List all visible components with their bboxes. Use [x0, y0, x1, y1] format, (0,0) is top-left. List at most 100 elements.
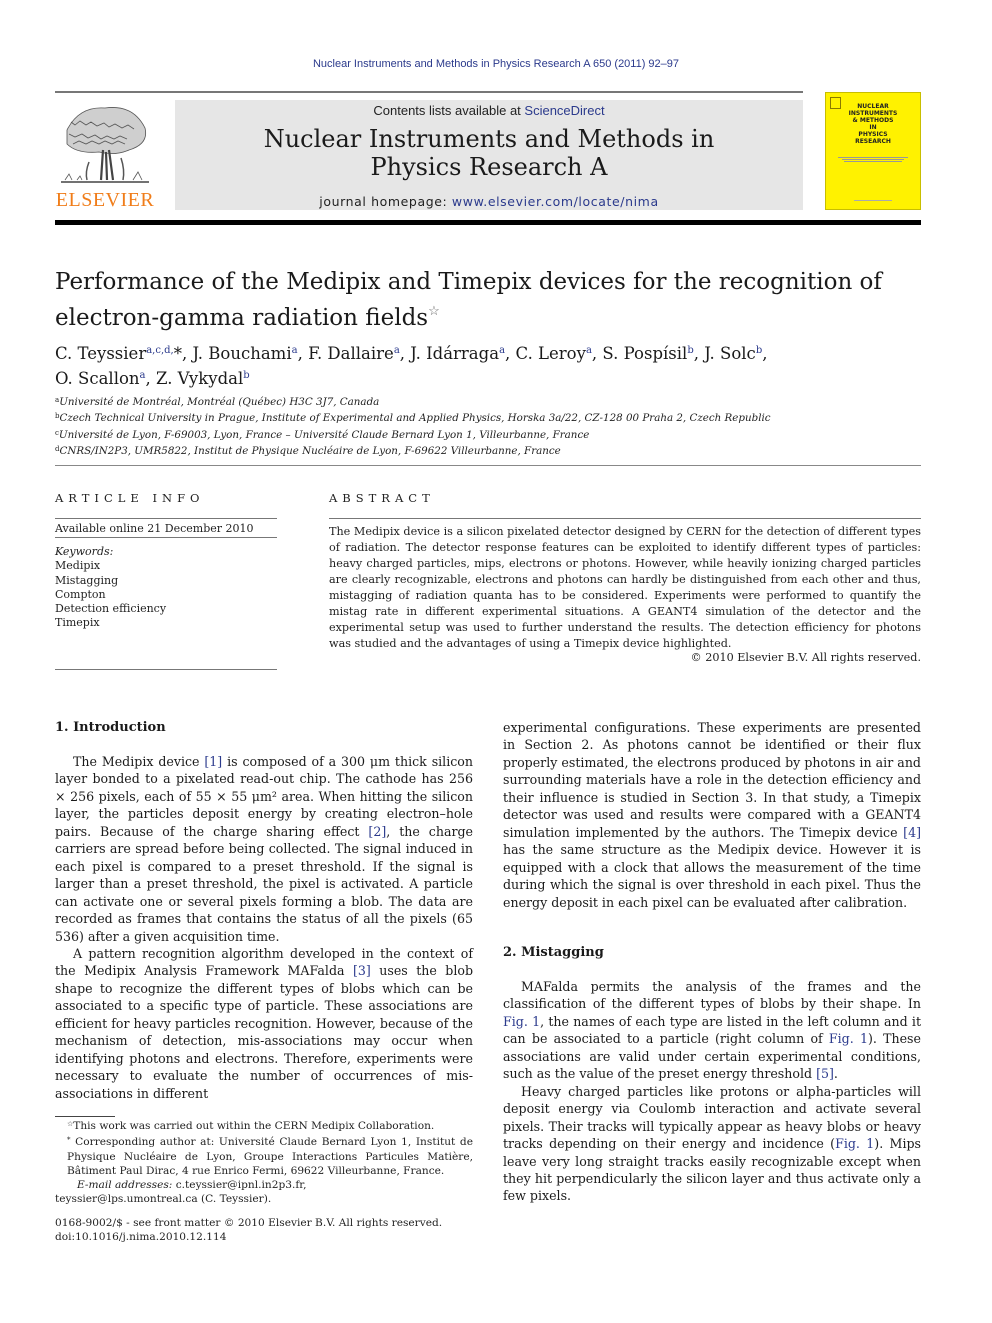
- footnote-text: This work was carried out within the CER…: [73, 1120, 435, 1132]
- contents-prefix: Contents lists available at: [373, 103, 525, 118]
- author-affil-mark[interactable]: a: [394, 345, 400, 356]
- homepage-line: journal homepage: www.elsevier.com/locat…: [175, 194, 803, 209]
- footnote-email: E-mail addresses: c.teyssier@ipnl.in2p3.…: [55, 1178, 473, 1192]
- author-name[interactable]: F. Dallaire: [308, 344, 394, 363]
- section-heading-introduction: 1. Introduction: [55, 720, 166, 735]
- journal-homepage-link[interactable]: www.elsevier.com/locate/nima: [452, 194, 659, 209]
- author-list: C. Teyssiera,c,d,*, J. Bouchamia, F. Dal…: [55, 344, 768, 388]
- article-title: Performance of the Medipix and Timepix d…: [55, 268, 915, 333]
- journal-title-line1: Nuclear Instruments and Methods in: [263, 125, 715, 153]
- affiliation-item: aUniversité de Montréal, Montréal (Québe…: [55, 393, 925, 409]
- footnote-email-2: teyssier@lps.umontreal.ca (C. Teyssier).: [55, 1192, 473, 1206]
- elsevier-tree-icon: [61, 107, 149, 183]
- paragraph: The Medipix device [1] is composed of a …: [55, 753, 473, 945]
- article-info-heading: ARTICLE INFO: [55, 491, 205, 505]
- author-name[interactable]: C. Leroy: [516, 344, 586, 363]
- author-affil-mark[interactable]: b: [756, 345, 762, 356]
- citation-link[interactable]: [2]: [368, 824, 386, 839]
- publisher-wordmark: ELSEVIER: [55, 189, 155, 211]
- corresponding-author-mark[interactable]: *: [174, 344, 182, 363]
- email-link[interactable]: teyssier@lps.umontreal.ca (C. Teyssier).: [55, 1193, 271, 1205]
- footnotes: ☆This work was carried out within the CE…: [55, 1117, 473, 1207]
- footnote-asterisk: *: [67, 1136, 71, 1145]
- cover-subtitle: [838, 156, 908, 163]
- author-name[interactable]: Z. Vykydal: [156, 369, 243, 388]
- divider: [55, 669, 277, 670]
- author-name[interactable]: J. Bouchami: [192, 344, 291, 363]
- footnote-text: Corresponding author at: Université Clau…: [67, 1136, 473, 1177]
- body-column-left: 1. Introduction The Medipix device [1] i…: [55, 719, 473, 1102]
- abstract-heading: ABSTRACT: [329, 491, 435, 505]
- keyword: Detection efficiency: [55, 602, 167, 616]
- affiliation-text: Université de Montréal, Montréal (Québec…: [59, 396, 380, 408]
- available-online: Available online 21 December 2010: [55, 522, 254, 535]
- running-head: Nuclear Instruments and Methods in Physi…: [312, 58, 680, 70]
- divider: [55, 518, 277, 519]
- citation-link[interactable]: [3]: [353, 963, 371, 978]
- section-heading-mistagging: 2. Mistagging: [503, 944, 604, 960]
- text-run: The Medipix device: [73, 754, 205, 769]
- text-run: uses the blob shape to recognize the dif…: [55, 963, 474, 1101]
- citation-link[interactable]: [1]: [204, 754, 222, 769]
- journal-title: Nuclear Instruments and Methods in Physi…: [175, 125, 803, 181]
- text-run: has the same structure as the Medipix de…: [503, 842, 921, 910]
- author-affil-mark[interactable]: b: [687, 345, 693, 356]
- author-affil-mark[interactable]: a: [140, 370, 146, 381]
- affiliation-item: dCNRS/IN2P3, UMR5822, Institut de Physiq…: [55, 442, 925, 458]
- keyword: Timepix: [55, 616, 100, 630]
- author-name[interactable]: J. Solc: [704, 344, 756, 363]
- paragraph: MAFalda permits the analysis of the fram…: [503, 978, 921, 1083]
- header-thick-rule: [55, 220, 921, 225]
- issn-line: 0168-9002/$ - see front matter © 2010 El…: [55, 1217, 443, 1229]
- cover-title-line: INSTRUMENTS: [848, 110, 898, 117]
- text-run: .: [833, 1066, 838, 1082]
- author-affil-mark[interactable]: b: [243, 370, 249, 381]
- footnote-corresponding: * Corresponding author at: Université Cl…: [55, 1133, 473, 1178]
- keywords: Keywords: Medipix Mistagging Compton Det…: [55, 545, 166, 631]
- abstract-text: The Medipix device is a silicon pixelate…: [329, 525, 921, 650]
- body-column-right: experimental configurations. These exper…: [503, 719, 921, 1205]
- doi-line[interactable]: doi:10.1016/j.nima.2010.12.114: [55, 1230, 442, 1244]
- footnote-funding: ☆This work was carried out within the CE…: [55, 1117, 473, 1133]
- author-affil-mark[interactable]: a,c,d,: [146, 345, 174, 356]
- affiliation-text: CNRS/IN2P3, UMR5822, Institut de Physiqu…: [59, 445, 561, 458]
- affiliation-item: cUniversité de Lyon, F-69003, Lyon, Fran…: [55, 426, 925, 442]
- cover-title-line: RESEARCH: [855, 138, 891, 145]
- title-line1: Performance of the Medipix and Timepix d…: [55, 269, 882, 295]
- cover-footer: [826, 200, 920, 201]
- cover-title: NUCLEAR INSTRUMENTS & METHODS IN PHYSICS…: [826, 98, 920, 145]
- citation-link[interactable]: [5]: [816, 1066, 834, 1081]
- keyword: Mistagging: [55, 573, 119, 587]
- email-label: E-mail addresses:: [77, 1179, 173, 1192]
- homepage-prefix: journal homepage:: [319, 194, 452, 209]
- title-line2: electron-gamma radiation fields: [55, 305, 429, 331]
- title-footnote-star-icon[interactable]: ☆: [428, 304, 440, 319]
- cover-title-line: & METHODS: [852, 117, 894, 124]
- text-run: experimental configurations. These exper…: [503, 720, 921, 840]
- affiliation-item: bCzech Technical University in Prague, I…: [55, 409, 925, 425]
- figure-link[interactable]: Fig. 1: [835, 1136, 874, 1151]
- author-name[interactable]: J. Idárraga: [410, 344, 499, 363]
- sciencedirect-link[interactable]: ScienceDirect: [524, 103, 604, 118]
- paragraph: Heavy charged particles like protons or …: [503, 1083, 921, 1205]
- author-affil-mark[interactable]: a: [499, 345, 505, 356]
- abstract-copyright: © 2010 Elsevier B.V. All rights reserved…: [690, 651, 921, 664]
- divider: [329, 518, 921, 519]
- divider: [55, 465, 921, 466]
- cover-title-line: IN: [869, 124, 877, 131]
- keyword: Compton: [55, 587, 106, 601]
- header-rule: [55, 91, 803, 93]
- citation-link[interactable]: [4]: [903, 825, 921, 840]
- email-link[interactable]: c.teyssier@ipnl.in2p3.fr,: [176, 1179, 307, 1191]
- elsevier-logo[interactable]: ELSEVIER: [55, 100, 155, 212]
- author-name[interactable]: C. Teyssier: [55, 344, 146, 363]
- journal-cover[interactable]: NUCLEAR INSTRUMENTS & METHODS IN PHYSICS…: [825, 92, 921, 210]
- keywords-label: Keywords:: [55, 545, 114, 558]
- affiliation-text: Université de Lyon, F-69003, Lyon, Franc…: [58, 428, 590, 441]
- figure-link[interactable]: Fig. 1: [503, 1014, 540, 1029]
- author-name[interactable]: O. Scallon: [55, 369, 140, 388]
- author-name[interactable]: S. Pospísil: [602, 344, 687, 363]
- author-affil-mark[interactable]: a: [586, 345, 592, 356]
- author-affil-mark[interactable]: a: [292, 345, 298, 356]
- figure-link[interactable]: Fig. 1: [829, 1031, 868, 1046]
